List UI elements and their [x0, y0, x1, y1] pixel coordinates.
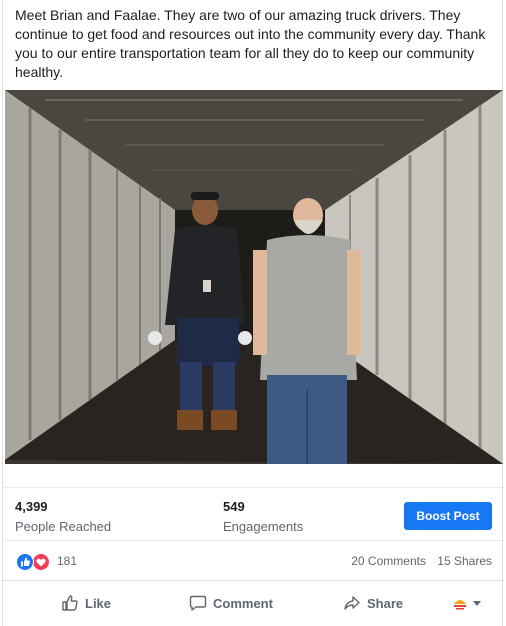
engagements-stat[interactable]: 549 Engagements	[223, 498, 303, 536]
reaction-icons[interactable]	[15, 553, 53, 571]
engagements-value: 549	[223, 499, 245, 514]
people-reached-stat[interactable]: 4,399 People Reached	[15, 498, 111, 536]
share-arrow-icon	[344, 596, 360, 610]
chevron-down-icon	[473, 601, 481, 606]
comments-count[interactable]: 20 Comments	[351, 554, 426, 568]
post-card: Meet Brian and Faalae. They are two of o…	[2, 0, 504, 626]
truck-trailer-photo	[5, 90, 503, 464]
post-text: Meet Brian and Faalae. They are two of o…	[15, 7, 486, 80]
thumbs-up-icon	[62, 595, 78, 611]
page-avatar-icon	[452, 595, 468, 611]
like-button[interactable]: Like	[61, 591, 111, 615]
reactions-summary: 181 20 Comments 15 Shares	[3, 541, 504, 581]
post-as-selector[interactable]	[452, 595, 483, 611]
post-photo[interactable]	[5, 90, 503, 464]
post-actions: Like Comment Share	[3, 583, 504, 623]
boost-post-button[interactable]: Boost Post	[404, 502, 492, 530]
reaction-count[interactable]: 181	[57, 554, 77, 568]
share-button[interactable]: Share	[343, 591, 403, 615]
comments-shares: 20 Comments 15 Shares	[351, 554, 492, 568]
comment-icon	[189, 595, 207, 611]
comment-label: Comment	[213, 595, 273, 611]
shares-count[interactable]: 15 Shares	[437, 554, 492, 568]
people-reached-value: 4,399	[15, 499, 48, 514]
like-label: Like	[85, 595, 112, 611]
engagements-label: Engagements	[223, 519, 304, 534]
post-insights: 4,399 People Reached 549 Engagements Boo…	[3, 487, 504, 541]
people-reached-label: People Reached	[15, 519, 112, 534]
love-icon	[32, 553, 50, 571]
comment-button[interactable]: Comment	[189, 591, 273, 615]
share-label: Share	[367, 595, 404, 611]
like-icon	[16, 553, 34, 571]
